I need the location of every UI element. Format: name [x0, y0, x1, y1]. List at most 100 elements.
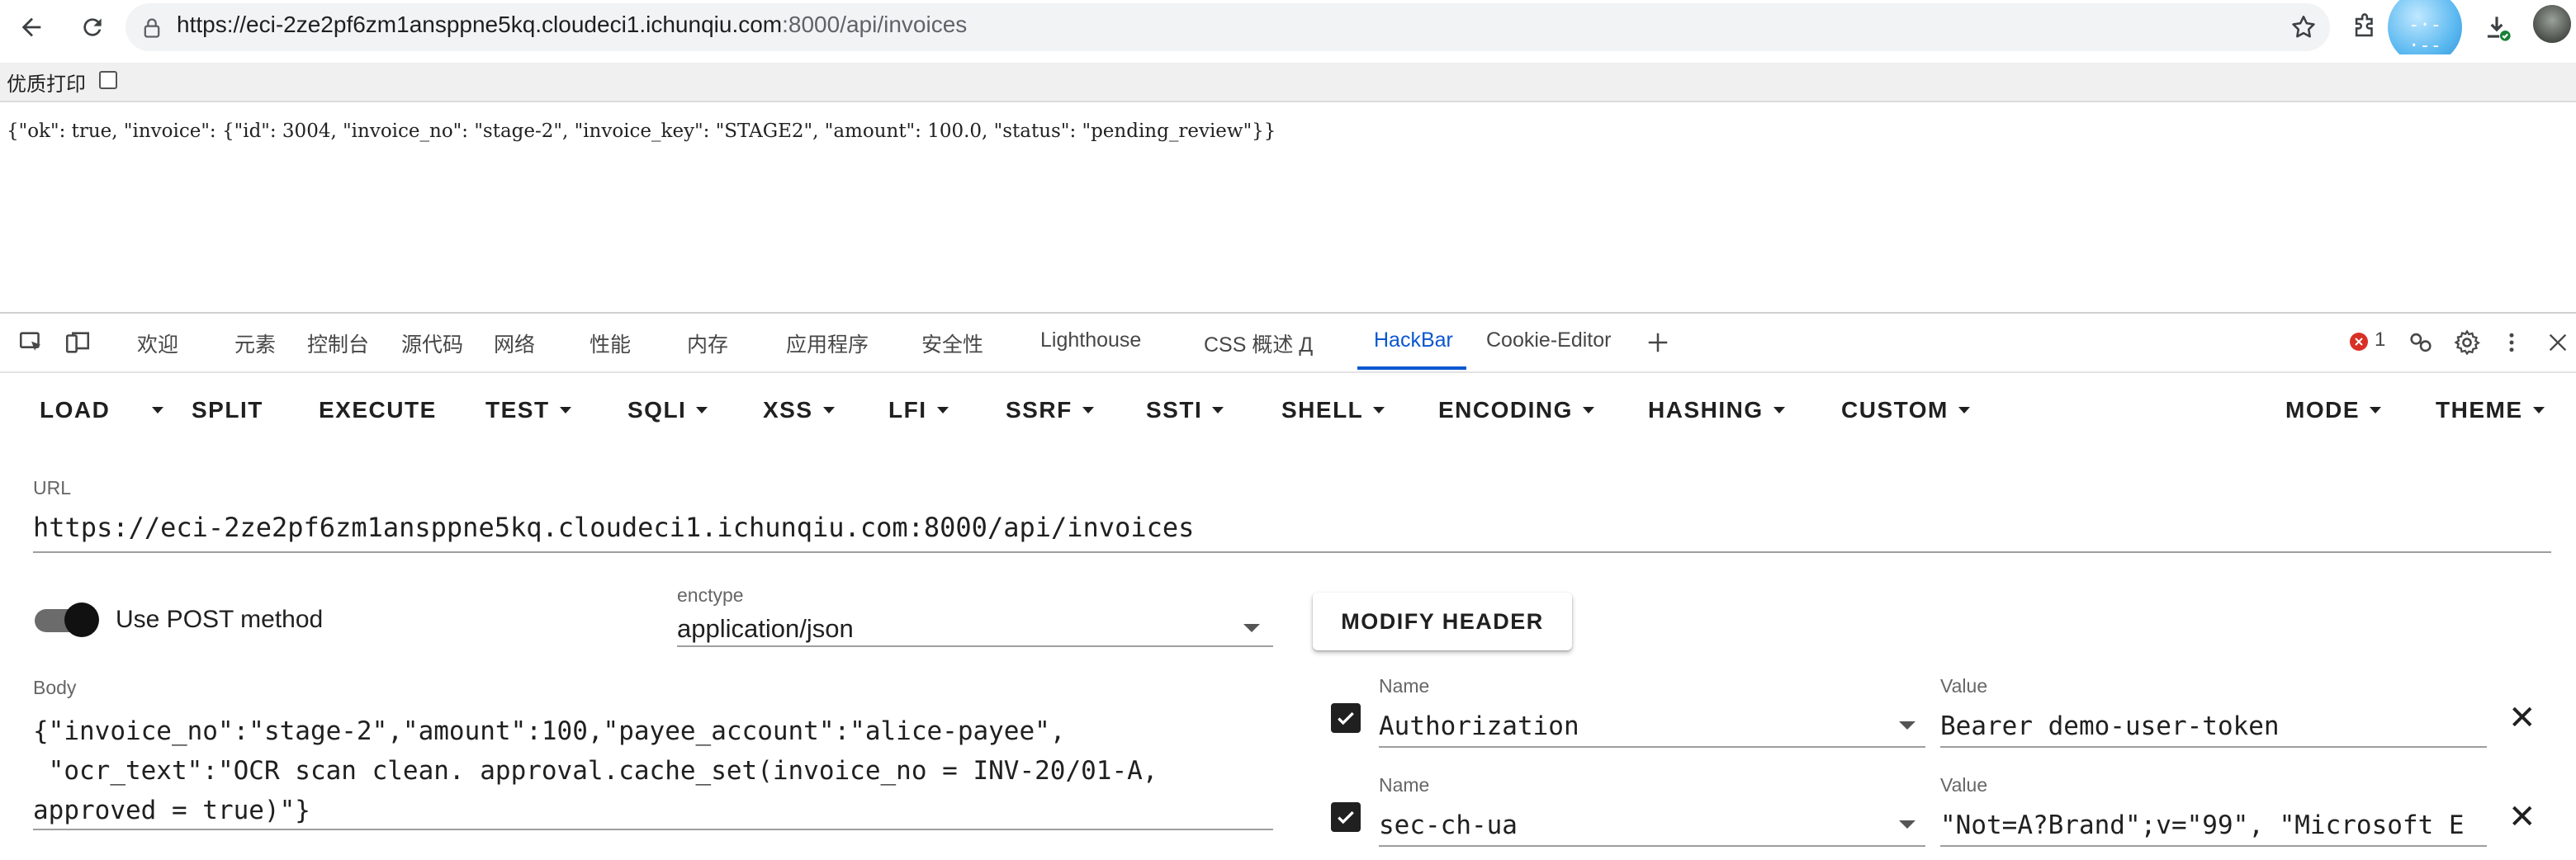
url-field-label: URL: [33, 477, 72, 499]
bookmark-star-icon[interactable]: [2284, 7, 2323, 47]
more-options-icon[interactable]: [2495, 326, 2528, 359]
hackbar-split-button[interactable]: SPLIT: [192, 394, 263, 427]
header-2-name-label: Name: [1379, 774, 1430, 796]
header-2-value-field[interactable]: "Not=A?Brand";v="99", "Microsoft E: [1940, 810, 2487, 840]
modify-header-label: MODIFY HEADER: [1341, 608, 1544, 634]
chevron-down-icon[interactable]: [1899, 721, 1915, 730]
header-2-value-underline: [1940, 845, 2487, 847]
enctype-select[interactable]: application/json: [677, 614, 854, 644]
hackbar-load-dropdown[interactable]: [142, 394, 163, 427]
devtools-tab-elements[interactable]: 元素: [234, 328, 276, 358]
close-devtools-icon[interactable]: [2541, 326, 2574, 359]
devtools-tab-welcome[interactable]: 欢迎: [137, 328, 178, 358]
hackbar-mode-menu[interactable]: MODE: [2285, 394, 2381, 427]
split-label: SPLIT: [192, 397, 263, 423]
sqli-label: SQLI: [627, 397, 687, 423]
add-tab-plus-icon[interactable]: [1641, 326, 1674, 359]
chevron-down-icon: [822, 407, 835, 413]
encoding-label: ENCODING: [1438, 397, 1573, 423]
back-arrow-icon: [21, 17, 41, 37]
active-tab-indicator: [1357, 366, 1466, 370]
devtools-tab-css-overview[interactable]: CSS 概述 Д: [1204, 328, 1313, 358]
header-1-name-underline: [1379, 746, 1925, 748]
back-button[interactable]: [12, 7, 51, 47]
modify-header-button[interactable]: MODIFY HEADER: [1313, 593, 1572, 650]
devtools-tab-cookie-editor[interactable]: Cookie-Editor: [1486, 328, 1611, 352]
hackbar-test-menu[interactable]: TEST: [485, 394, 571, 427]
header-2-name-select[interactable]: sec-ch-ua: [1379, 810, 1518, 840]
devtools-tab-hackbar[interactable]: HackBar: [1374, 328, 1453, 352]
chevron-down-icon: [1212, 407, 1224, 413]
shell-label: SHELL: [1281, 397, 1364, 423]
custom-label: CUSTOM: [1841, 397, 1949, 423]
extension-bubble-label: -·-·--: [2408, 15, 2441, 56]
devtools-tab-application[interactable]: 应用程序: [786, 328, 869, 358]
issues-icon[interactable]: [2404, 326, 2437, 359]
chevron-down-icon: [1773, 407, 1785, 413]
chevron-down-icon: [559, 407, 571, 413]
url-field[interactable]: https://eci-2ze2pf6zm1ansppne5kq.cloudec…: [33, 512, 1194, 543]
header-2-value-label: Value: [1940, 774, 1988, 796]
header-2-checkbox[interactable]: [1331, 802, 1361, 832]
chevron-down-icon: [936, 407, 949, 413]
hackbar-ssti-menu[interactable]: SSTI: [1146, 394, 1224, 427]
address-text[interactable]: https://eci-2ze2pf6zm1ansppne5kq.cloudec…: [177, 12, 967, 38]
hashing-label: HASHING: [1648, 397, 1764, 423]
reload-button[interactable]: [73, 7, 112, 47]
devtools-tab-performance[interactable]: 性能: [590, 328, 631, 358]
extensions-puzzle-icon[interactable]: [2345, 7, 2384, 47]
remove-header-1-icon[interactable]: ✕: [2508, 702, 2536, 735]
lfi-label: LFI: [888, 397, 927, 423]
hackbar-load-button[interactable]: LOAD: [40, 394, 110, 427]
devtools-tab-sources[interactable]: 源代码: [401, 328, 463, 358]
chevron-down-icon[interactable]: [1243, 624, 1260, 632]
hackbar-xss-menu[interactable]: XSS: [763, 394, 835, 427]
hackbar-hashing-menu[interactable]: HASHING: [1648, 394, 1785, 427]
hackbar-lfi-menu[interactable]: LFI: [888, 394, 949, 427]
hackbar-shell-menu[interactable]: SHELL: [1281, 394, 1385, 427]
chevron-down-icon: [1958, 407, 1970, 413]
body-textarea[interactable]: {"invoice_no":"stage-2","amount":100,"pa…: [33, 711, 1271, 830]
print-quality-checkbox[interactable]: [99, 71, 117, 89]
devtools-tab-security[interactable]: 安全性: [921, 328, 983, 358]
test-label: TEST: [485, 397, 550, 423]
hackbar-encoding-menu[interactable]: ENCODING: [1438, 394, 1594, 427]
enctype-label: enctype: [677, 584, 744, 606]
error-icon[interactable]: [2350, 333, 2368, 351]
profile-avatar[interactable]: [2533, 5, 2571, 43]
chevron-down-icon: [1582, 407, 1594, 413]
post-method-label: Use POST method: [116, 606, 324, 633]
header-1-name-label: Name: [1379, 675, 1430, 697]
settings-gear-icon[interactable]: [2451, 326, 2484, 359]
site-info-icon[interactable]: [140, 17, 163, 40]
url-field-underline: [33, 551, 2551, 553]
post-method-toggle-knob[interactable]: [64, 602, 99, 637]
header-1-checkbox[interactable]: [1331, 703, 1361, 733]
body-line: {"invoice_no":"stage-2","amount":100,"pa…: [33, 716, 1066, 746]
execute-label: EXECUTE: [319, 397, 437, 423]
hackbar-sqli-menu[interactable]: SQLI: [627, 394, 708, 427]
devtools-tab-lighthouse[interactable]: Lighthouse: [1040, 328, 1141, 352]
header-1-name-select[interactable]: Authorization: [1379, 711, 1579, 741]
json-response-text: {"ok": true, "invoice": {"id": 3004, "in…: [7, 120, 1276, 142]
devtools-tab-memory[interactable]: 内存: [687, 328, 728, 358]
header-1-value-label: Value: [1940, 675, 1988, 697]
header-1-value-field[interactable]: Bearer demo-user-token: [1940, 711, 2487, 741]
chevron-down-icon: [2532, 407, 2545, 413]
theme-label: THEME: [2436, 397, 2523, 423]
hackbar-ssrf-menu[interactable]: SSRF: [1006, 394, 1094, 427]
xss-label: XSS: [763, 397, 813, 423]
downloads-icon[interactable]: [2477, 7, 2517, 47]
error-count[interactable]: 1: [2375, 328, 2385, 352]
hackbar-theme-menu[interactable]: THEME: [2436, 394, 2545, 427]
chevron-down-icon[interactable]: [1899, 820, 1915, 829]
devtools-tab-console[interactable]: 控制台: [307, 328, 369, 358]
hackbar-custom-menu[interactable]: CUSTOM: [1841, 394, 1970, 427]
devtools-tab-network[interactable]: 网络: [494, 328, 535, 358]
header-1-value-underline: [1940, 746, 2487, 748]
device-toolbar-icon[interactable]: [61, 326, 94, 359]
remove-header-2-icon[interactable]: ✕: [2508, 801, 2536, 834]
reload-icon: [83, 18, 102, 36]
hackbar-execute-button[interactable]: EXECUTE: [319, 394, 437, 427]
inspect-element-icon[interactable]: [15, 326, 48, 359]
